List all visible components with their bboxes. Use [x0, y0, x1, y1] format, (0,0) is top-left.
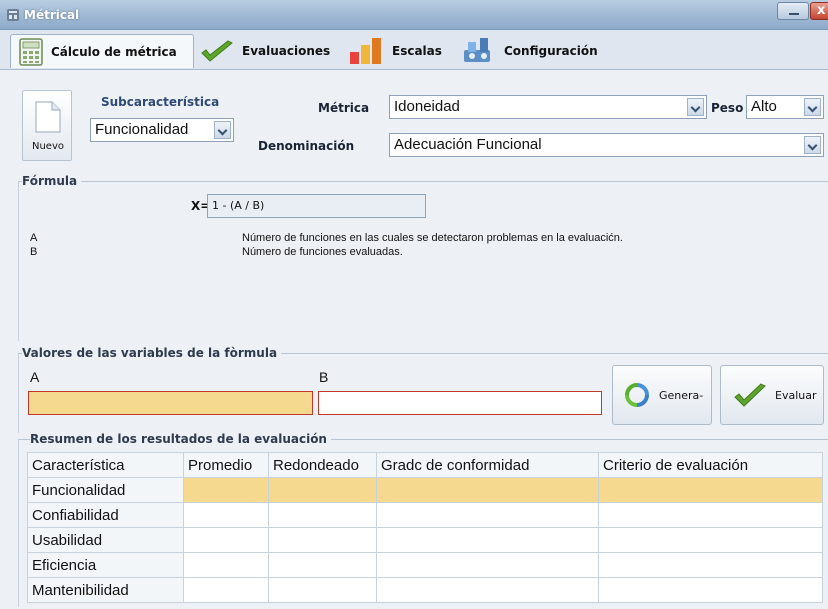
generate-button[interactable]: Genera-: [612, 365, 712, 425]
tab-label: Escalas: [392, 44, 442, 58]
table-row[interactable]: Confiabilidad: [27, 502, 823, 528]
table-cell: [268, 477, 377, 503]
column-header[interactable]: Gradc de conformidad: [376, 452, 599, 478]
row-name-cell: Usabilidad: [27, 527, 184, 553]
table-cell: [598, 477, 823, 503]
column-header[interactable]: Promedio: [183, 452, 269, 478]
chevron-down-icon: [804, 136, 821, 154]
column-header[interactable]: Característica: [27, 452, 184, 478]
chevron-down-icon: [214, 121, 231, 139]
chevron-down-icon: [687, 98, 704, 116]
evaluate-button[interactable]: Evaluar: [720, 365, 824, 425]
table-row[interactable]: Usabilidad: [27, 527, 823, 553]
table-cell: [183, 527, 269, 553]
input-b-label: B: [319, 369, 329, 385]
variable-a-name: A: [30, 232, 38, 244]
row-name-cell: Eficiencia: [27, 552, 184, 578]
table-cell: [183, 502, 269, 528]
weight-select[interactable]: Alto: [746, 95, 824, 119]
settings-icon: [464, 38, 490, 62]
window-title: Métrical: [24, 8, 80, 22]
weight-label: Peso: [711, 101, 744, 115]
row-name-cell: Confiabilidad: [27, 502, 184, 528]
tab-label: Evaluaciones: [242, 44, 331, 58]
table-cell: [376, 577, 599, 603]
table-cell: [598, 577, 823, 603]
column-header[interactable]: Criterio de evaluación: [598, 452, 823, 478]
app-icon: [7, 9, 19, 21]
table-cell: [183, 477, 269, 503]
results-table: Característica Promedio Redondeado Gradc…: [27, 452, 823, 603]
table-row[interactable]: Mantenibilidad: [27, 577, 823, 603]
variable-b-description: Número de funciones evaluadas.: [242, 246, 403, 258]
variables-section-title: Valores de las variables de la fòrmula: [22, 346, 282, 360]
variable-a-description: Número de funciones en las cuales se det…: [242, 232, 623, 244]
table-row[interactable]: Funcionalidad: [27, 477, 823, 503]
new-button-label: Nuevo: [31, 141, 64, 152]
tab-configuracion[interactable]: Configuración: [460, 34, 610, 68]
table-cell: [268, 552, 377, 578]
close-button[interactable]: x: [810, 2, 828, 20]
calculator-icon: [19, 37, 43, 66]
table-cell: [598, 552, 823, 578]
table-cell: [183, 552, 269, 578]
row-name-cell: Mantenibilidad: [27, 577, 184, 603]
variable-b-input[interactable]: [318, 391, 602, 415]
denomination-value: Adecuación Funcional: [394, 136, 542, 153]
formula-expression: 1 - (A / B): [207, 194, 426, 218]
app-window: Métrical x Cálculo de métrica Evaluacion…: [0, 0, 828, 609]
minimize-button[interactable]: [777, 2, 809, 20]
formula-section-title: Fórmula: [22, 174, 82, 188]
weight-value: Alto: [751, 98, 777, 115]
input-a-label: A: [30, 369, 40, 385]
table-cell: [598, 527, 823, 553]
title-bar: Métrical x: [0, 0, 828, 30]
refresh-icon: [625, 383, 649, 407]
table-cell: [376, 477, 599, 503]
tab-evaluaciones[interactable]: Evaluaciones: [200, 34, 340, 68]
denomination-label: Denominación: [258, 139, 355, 153]
variable-a-input[interactable]: [28, 391, 313, 415]
table-cell: [268, 502, 377, 528]
table-header-row: Característica Promedio Redondeado Gradc…: [27, 452, 823, 478]
variable-b-name: B: [30, 246, 38, 258]
subcharacteristic-label: Subcaracterística: [101, 95, 220, 109]
table-cell: [183, 577, 269, 603]
subcharacteristic-select[interactable]: Funcionalidad: [90, 118, 234, 142]
table-cell: [376, 527, 599, 553]
metric-select[interactable]: Idoneidad: [389, 95, 707, 119]
table-cell: [376, 502, 599, 528]
table-cell: [376, 552, 599, 578]
metric-value: Idoneidad: [394, 98, 460, 115]
subcharacteristic-value: Funcionalidad: [95, 121, 189, 138]
table-row[interactable]: Eficiencia: [27, 552, 823, 578]
checkmark-icon: [201, 40, 233, 62]
metric-label: Métrica: [318, 101, 370, 115]
row-name-cell: Funcionalidad: [27, 477, 184, 503]
tab-escalas[interactable]: Escalas: [348, 34, 452, 68]
generate-button-label: Genera-: [659, 388, 704, 402]
new-button[interactable]: Nuevo: [22, 90, 72, 161]
table-cell: [598, 502, 823, 528]
chevron-down-icon: [804, 98, 821, 116]
tab-bar: Cálculo de métrica Evaluaciones Escalas: [0, 30, 828, 70]
tab-label: Configuración: [504, 44, 598, 58]
tab-label: Cálculo de métrica: [51, 44, 177, 59]
new-document-icon: [35, 101, 61, 133]
table-cell: [268, 527, 377, 553]
close-icon: x: [817, 3, 826, 18]
tab-calculo-de-metrica[interactable]: Cálculo de métrica: [10, 34, 194, 68]
column-header[interactable]: Redondeado: [268, 452, 377, 478]
results-section-title: Resumen de los resultados de la evaluaci…: [30, 432, 331, 446]
evaluate-button-label: Evaluar: [775, 388, 817, 402]
checkmark-icon: [734, 383, 766, 407]
table-cell: [268, 577, 377, 603]
denomination-select[interactable]: Adecuación Funcional: [389, 133, 824, 157]
bar-chart-icon: [350, 38, 381, 64]
